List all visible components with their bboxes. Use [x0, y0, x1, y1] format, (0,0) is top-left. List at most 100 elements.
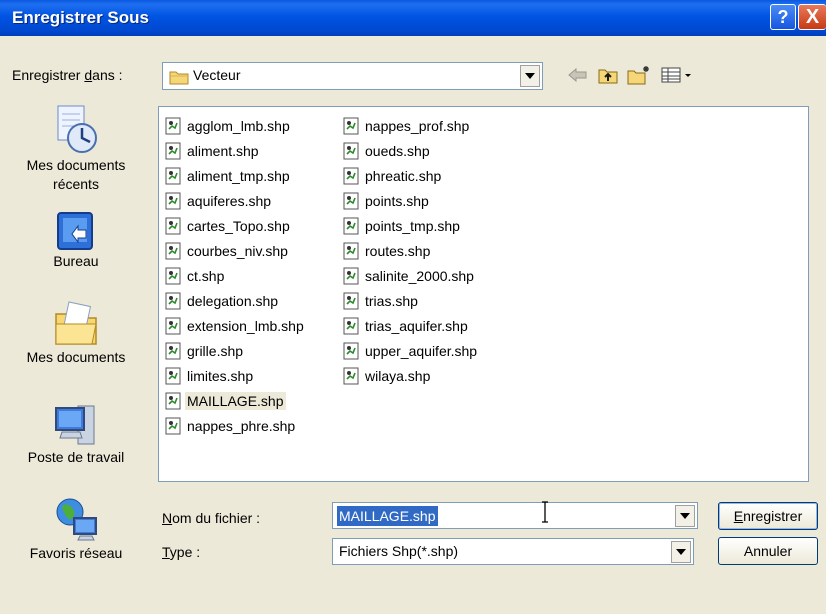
file-name-dropdown-button[interactable] [675, 505, 695, 527]
file-name: limites.shp [187, 367, 254, 384]
file-name-combobox[interactable]: MAILLAGE.shp [332, 502, 698, 529]
save-in-label: Enregistrer dans : [12, 67, 123, 83]
save-as-dialog: Enregistrer Sous ? X Enregistrer dans : … [0, 0, 826, 614]
file-name: routes.shp [365, 242, 431, 259]
file-name-input[interactable]: MAILLAGE.shp [337, 506, 438, 526]
save-button[interactable]: Enregistrer [718, 502, 818, 530]
title-bar[interactable]: Enregistrer Sous ? X [0, 0, 826, 36]
shapefile-icon [343, 117, 359, 134]
save-in-dropdown-button[interactable] [520, 65, 540, 87]
shapefile-icon [165, 292, 181, 309]
shapefile-icon [343, 217, 359, 234]
shapefile-icon [343, 167, 359, 184]
back-arrow-icon [568, 68, 587, 82]
chevron-down-icon [676, 549, 686, 555]
shapefile-icon [343, 267, 359, 284]
file-item[interactable]: upper_aquifer.shp [343, 338, 479, 363]
place-desktop[interactable]: Bureau [6, 210, 146, 271]
help-icon: ? [777, 6, 789, 27]
file-item[interactable]: ct.shp [165, 263, 306, 288]
close-button[interactable]: X [798, 4, 826, 30]
file-type-value: Fichiers Shp(*.shp) [339, 543, 459, 559]
close-icon: X [805, 5, 820, 28]
file-name: aquiferes.shp [187, 192, 272, 209]
file-name: cartes_Topo.shp [187, 217, 290, 234]
file-name: upper_aquifer.shp [365, 342, 478, 359]
file-name: nappes_phre.shp [187, 417, 296, 434]
file-list[interactable]: agglom_lmb.shp aliment.shp aliment_tmp.shp… [158, 106, 809, 482]
shapefile-icon [165, 417, 181, 434]
shapefile-icon [343, 342, 359, 359]
file-item[interactable]: nappes_phre.shp [165, 413, 306, 438]
shapefile-icon [165, 242, 181, 259]
file-item[interactable]: oueds.shp [343, 138, 479, 163]
place-label: Bureau [53, 253, 99, 269]
file-name: aliment_tmp.shp [187, 167, 290, 184]
shapefile-icon [165, 142, 181, 159]
shapefile-icon [165, 342, 181, 359]
shapefile-icon [343, 292, 359, 309]
back-button[interactable] [566, 62, 590, 88]
chevron-down-icon [525, 73, 535, 79]
file-item[interactable]: MAILLAGE.shp [165, 388, 306, 413]
place-my-documents[interactable]: Mes documents [6, 298, 146, 367]
file-item[interactable]: aliment_tmp.shp [165, 163, 306, 188]
file-item[interactable]: routes.shp [343, 238, 479, 263]
cancel-button-label: Annuler [743, 543, 793, 559]
file-item[interactable]: nappes_prof.shp [343, 113, 479, 138]
file-type-dropdown[interactable]: Fichiers Shp(*.shp) [332, 538, 694, 565]
up-folder-icon [598, 69, 618, 84]
help-button[interactable]: ? [770, 4, 796, 30]
file-name: salinite_2000.shp [365, 267, 474, 284]
file-name-label: Nom du fichier : [162, 510, 261, 526]
views-menu-icon [661, 67, 691, 83]
file-item[interactable]: points.shp [343, 188, 479, 213]
network-places-icon [56, 498, 97, 541]
my-documents-icon [55, 301, 97, 345]
file-item[interactable]: phreatic.shp [343, 163, 479, 188]
file-name: delegation.shp [187, 292, 279, 309]
file-item[interactable]: points_tmp.shp [343, 213, 479, 238]
new-folder-button[interactable] [626, 62, 652, 88]
place-recent-documents[interactable]: Mes documents récents [6, 102, 146, 194]
place-label: Favoris réseau [29, 545, 123, 561]
place-label: Mes documents récents [26, 157, 126, 192]
save-button-label: Enregistrer [733, 508, 803, 524]
up-folder-button[interactable] [596, 62, 620, 88]
shapefile-icon [165, 117, 181, 134]
shapefile-icon [165, 367, 181, 384]
file-item[interactable]: delegation.shp [165, 288, 306, 313]
my-computer-icon [55, 405, 95, 445]
shapefile-icon [343, 367, 359, 384]
file-name: grille.shp [187, 342, 244, 359]
file-name: extension_lmb.shp [187, 317, 304, 334]
place-my-computer[interactable]: Poste de travail [6, 400, 146, 467]
file-item[interactable]: trias.shp [343, 288, 479, 313]
file-item[interactable]: grille.shp [165, 338, 306, 363]
file-name: trias.shp [365, 292, 418, 309]
file-item[interactable]: wilaya.shp [343, 363, 479, 388]
shapefile-icon [165, 317, 181, 334]
file-type-dropdown-button[interactable] [671, 541, 691, 563]
file-item[interactable]: extension_lmb.shp [165, 313, 306, 338]
cancel-button[interactable]: Annuler [718, 537, 818, 565]
file-item[interactable]: cartes_Topo.shp [165, 213, 306, 238]
file-item[interactable]: agglom_lmb.shp [165, 113, 306, 138]
file-item[interactable]: courbes_niv.shp [165, 238, 306, 263]
place-network-places[interactable]: Favoris réseau [6, 496, 146, 563]
file-type-label: Type : [162, 544, 201, 560]
file-item[interactable]: salinite_2000.shp [343, 263, 479, 288]
file-item[interactable]: limites.shp [165, 363, 306, 388]
save-in-dropdown[interactable]: Vecteur [162, 62, 543, 90]
file-name: points.shp [365, 192, 429, 209]
window-title: Enregistrer Sous [12, 8, 149, 27]
shapefile-icon [165, 217, 181, 234]
recent-documents-icon [57, 105, 97, 153]
file-item[interactable]: trias_aquifer.shp [343, 313, 479, 338]
place-label: Mes documents [26, 349, 126, 365]
file-item[interactable]: aliment.shp [165, 138, 306, 163]
file-item[interactable]: aquiferes.shp [165, 188, 306, 213]
shapefile-icon [343, 242, 359, 259]
shapefile-icon [343, 192, 359, 209]
views-menu-button[interactable] [660, 62, 696, 88]
